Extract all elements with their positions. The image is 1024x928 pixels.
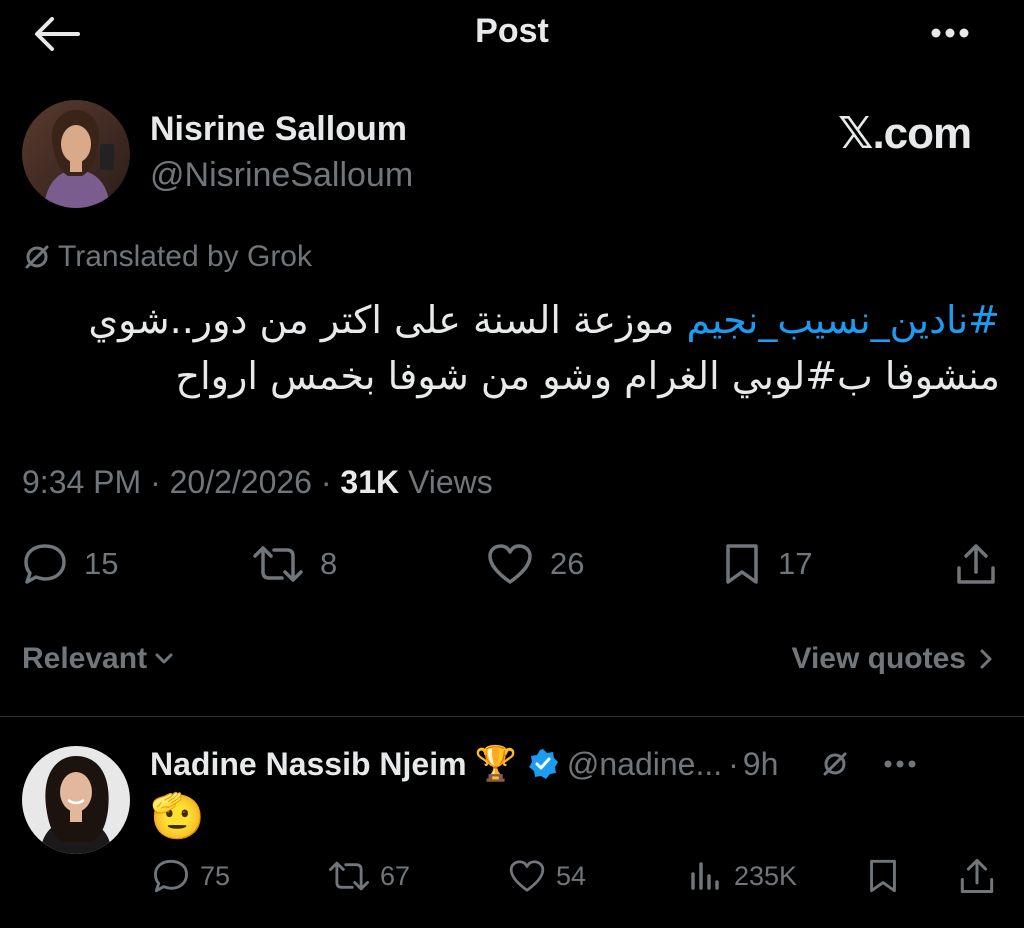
- sort-dropdown[interactable]: Relevant: [22, 642, 175, 676]
- heart-icon: [509, 860, 545, 892]
- bookmark-icon: [870, 859, 896, 893]
- translate-icon[interactable]: [820, 749, 850, 779]
- reply-author-name[interactable]: Nadine Nassib Njeim: [150, 746, 467, 783]
- divider: [0, 716, 1024, 717]
- reply-like-count: 54: [556, 860, 587, 891]
- reply-views-count: 235K: [734, 860, 798, 891]
- share-button[interactable]: [954, 540, 998, 588]
- translate-icon: [25, 245, 49, 269]
- bookmark-button[interactable]: 17: [722, 540, 812, 588]
- view-quotes-label: View quotes: [791, 642, 967, 675]
- chevron-down-icon: [155, 653, 173, 664]
- author-handle[interactable]: @NisrineSalloum: [150, 156, 413, 195]
- repost-button[interactable]: 8: [252, 540, 337, 588]
- reply-repost-count: 67: [380, 860, 411, 891]
- comment-icon: [24, 544, 66, 584]
- like-count: 26: [550, 546, 585, 581]
- views-count[interactable]: 31K: [340, 464, 399, 500]
- post-date: 20/2/2026: [169, 464, 312, 500]
- share-icon: [960, 858, 994, 894]
- reply-avatar[interactable]: [22, 746, 130, 854]
- repost-icon: [253, 546, 303, 582]
- heart-icon: [488, 544, 532, 584]
- analytics-icon: [691, 862, 719, 890]
- reply-share-button[interactable]: [958, 856, 996, 896]
- reply-text: 🫡: [150, 792, 205, 841]
- translated-label: Translated by Grok: [58, 240, 312, 273]
- trophy-icon: 🏆: [474, 745, 517, 783]
- reply-reply-count: 75: [200, 860, 231, 891]
- more-horizontal-icon: [931, 28, 969, 38]
- reply-repost-button[interactable]: 67: [328, 856, 410, 896]
- reply-handle[interactable]: @nadine...: [567, 746, 722, 783]
- post-time: 9:34 PM: [22, 464, 142, 500]
- reply-more-icon[interactable]: [880, 752, 920, 776]
- repost-count: 8: [320, 546, 338, 581]
- post-text-segment: منشوفا ب: [837, 354, 1000, 398]
- translation-note[interactable]: Translated by Grok: [22, 240, 312, 274]
- reply-like-button[interactable]: 54: [508, 856, 586, 896]
- reply-header: Nadine Nassib Njeim 🏆 @nadine... · 9h: [150, 742, 920, 786]
- post-meta: 9:34 PM · 20/2/2026 · 31K Views: [22, 464, 493, 500]
- post-text-hashtag: #لوبي: [731, 354, 838, 398]
- reply-count: 15: [84, 546, 119, 581]
- page-title: Post: [475, 12, 549, 50]
- reply-bookmark-button[interactable]: [866, 856, 900, 896]
- share-icon: [957, 544, 995, 584]
- verified-badge-icon: [527, 748, 559, 780]
- like-button[interactable]: 26: [486, 540, 584, 588]
- author-avatar[interactable]: [22, 100, 130, 208]
- more-button[interactable]: [922, 18, 978, 48]
- separator-dot: ·: [728, 745, 739, 782]
- reply-button[interactable]: 15: [22, 540, 118, 588]
- bookmark-count: 17: [778, 546, 813, 581]
- views-label: Views: [408, 464, 493, 500]
- reply-reply-button[interactable]: 75: [152, 856, 230, 896]
- bookmark-icon: [726, 544, 758, 584]
- hashtag-link[interactable]: #نادين_نسيب_نجيم: [686, 298, 1000, 342]
- repost-icon: [329, 861, 369, 891]
- comment-icon: [154, 859, 188, 893]
- author-name[interactable]: Nisrine Salloum: [150, 110, 407, 149]
- sort-label: Relevant: [22, 642, 148, 675]
- view-quotes-link[interactable]: View quotes: [792, 642, 995, 676]
- post-text-segment: موزعة السنة على اكتر من دور..شوي: [88, 298, 687, 342]
- chevron-right-icon: [980, 649, 992, 669]
- site-watermark: 𝕏.com: [838, 109, 972, 158]
- post-text-segment: الغرام وشو من شوفا بخمس ارواح: [175, 354, 732, 398]
- post-text: #نادين_نسيب_نجيم موزعة السنة على اكتر من…: [40, 292, 1000, 404]
- reply-time[interactable]: 9h: [743, 746, 779, 783]
- reply-views-button[interactable]: 235K: [688, 856, 797, 896]
